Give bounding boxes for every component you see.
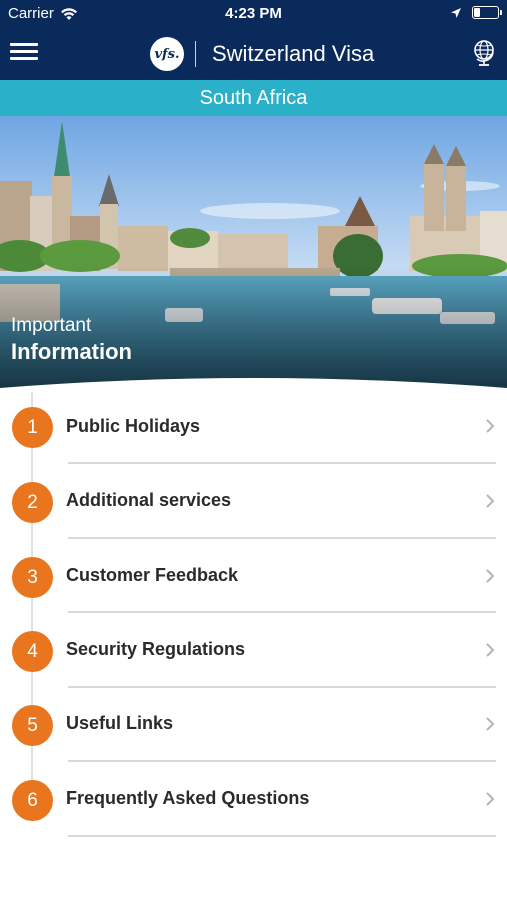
chevron-right-icon [486, 643, 495, 657]
battery-icon [472, 6, 502, 19]
chevron-right-icon [486, 717, 495, 731]
list-item-additional-services[interactable]: 2 Additional services [0, 464, 507, 538]
item-label: Public Holidays [66, 416, 201, 436]
list-item-public-holidays[interactable]: 1 Public Holidays [0, 389, 507, 463]
item-label: Customer Feedback [66, 565, 239, 585]
item-number-badge: 6 [12, 780, 53, 821]
vfs-logo: vfs. [150, 37, 184, 71]
location-arrow-icon [451, 7, 461, 18]
hero-title: Information [11, 339, 132, 364]
page-title: Switzerland Visa [212, 41, 375, 66]
item-number-badge: 3 [12, 557, 53, 598]
item-label: Frequently Asked Questions [66, 788, 310, 808]
status-time: 4:23 PM [225, 5, 282, 22]
status-bar: Carrier 4:23 PM [0, 0, 507, 28]
hero-banner: Important Information [0, 116, 507, 392]
app-header: vfs. Switzerland Visa [0, 28, 507, 80]
globe-icon[interactable] [471, 38, 497, 68]
list-item-security-regulations[interactable]: 4 Security Regulations [0, 613, 507, 687]
item-label: Additional services [66, 490, 232, 510]
chevron-right-icon [486, 569, 495, 583]
chevron-right-icon [486, 419, 495, 433]
item-number-badge: 4 [12, 631, 53, 672]
item-number-badge: 2 [12, 482, 53, 523]
status-right [450, 6, 502, 19]
list-item-customer-feedback[interactable]: 3 Customer Feedback [0, 539, 507, 613]
item-label: Security Regulations [66, 639, 246, 659]
country-bar: South Africa [0, 80, 507, 116]
item-number-badge: 1 [12, 407, 53, 448]
item-label: Useful Links [66, 713, 174, 733]
list-item-faq[interactable]: 6 Frequently Asked Questions [0, 762, 507, 836]
list-item-useful-links[interactable]: 5 Useful Links [0, 688, 507, 762]
hamburger-menu-icon[interactable] [10, 43, 38, 63]
item-number-badge: 5 [12, 705, 53, 746]
chevron-right-icon [486, 792, 495, 806]
chevron-right-icon [486, 494, 495, 508]
header-divider [195, 41, 196, 67]
list-divider [68, 835, 496, 837]
hero-subtitle: Important [11, 315, 92, 336]
